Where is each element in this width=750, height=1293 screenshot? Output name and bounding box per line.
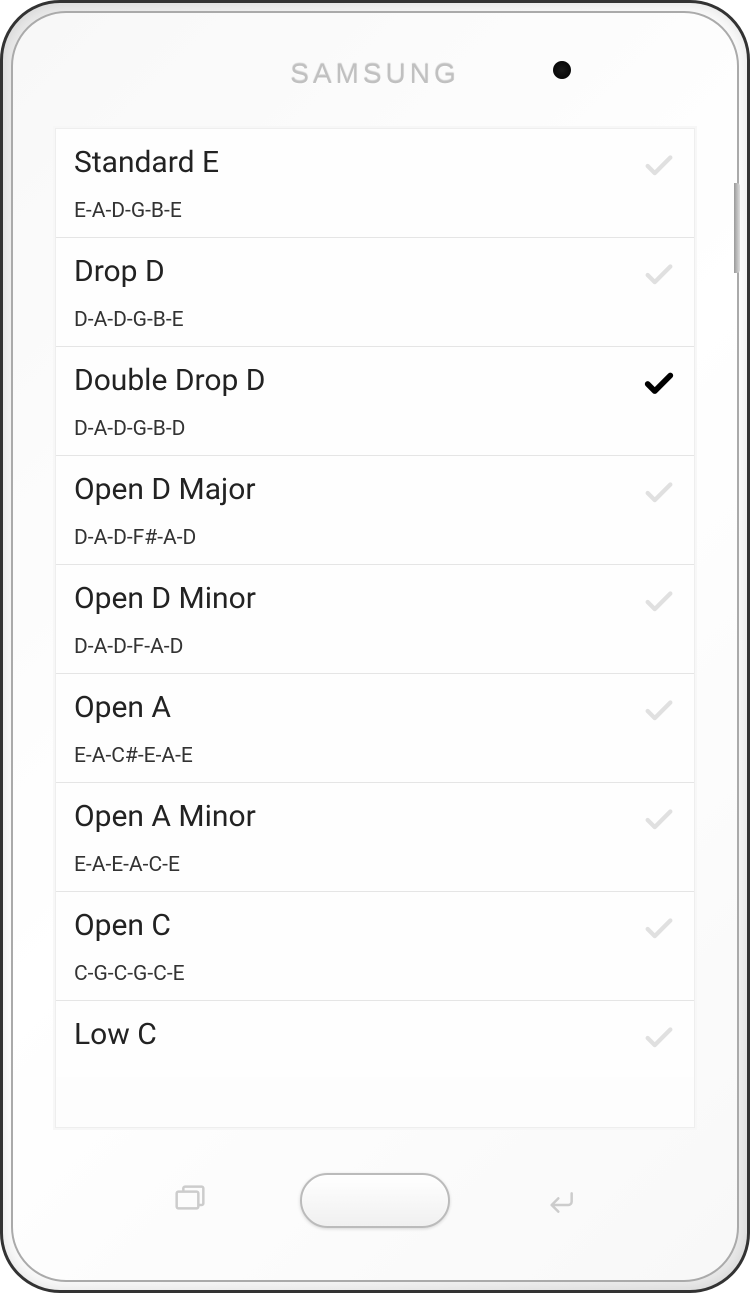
tuning-name: Open A xyxy=(74,690,642,726)
check-icon xyxy=(642,258,676,292)
check-icon-selected xyxy=(642,367,676,401)
check-icon xyxy=(642,912,676,946)
tuning-name: Open D Major xyxy=(74,472,642,508)
tuning-item-open-c[interactable]: Open C C-G-C-G-C-E xyxy=(56,892,694,1001)
item-text: Standard E E-A-D-G-B-E xyxy=(74,145,642,223)
check-icon xyxy=(642,1021,676,1055)
tuning-notes: D-A-D-F#-A-D xyxy=(74,526,642,550)
recent-apps-icon[interactable] xyxy=(170,1180,210,1220)
back-icon[interactable] xyxy=(540,1180,580,1220)
screen: Standard E E-A-D-G-B-E Drop D D-A-D-G-B-… xyxy=(53,126,697,1130)
item-text: Drop D D-A-D-G-B-E xyxy=(74,254,642,332)
item-text: Open A Minor E-A-E-A-C-E xyxy=(74,799,642,877)
tuning-list[interactable]: Standard E E-A-D-G-B-E Drop D D-A-D-G-B-… xyxy=(55,128,695,1128)
check-icon xyxy=(642,476,676,510)
tuning-item-open-a-minor[interactable]: Open A Minor E-A-E-A-C-E xyxy=(56,783,694,892)
tuning-name: Open D Minor xyxy=(74,581,642,617)
tuning-item-open-a[interactable]: Open A E-A-C#-E-A-E xyxy=(56,674,694,783)
tuning-name: Double Drop D xyxy=(74,363,642,399)
check-icon xyxy=(642,803,676,837)
device-nav-bar xyxy=(13,1160,737,1240)
tuning-item-low-c[interactable]: Low C xyxy=(56,1001,694,1077)
tuning-notes: C-G-C-G-C-E xyxy=(74,962,642,986)
device-top-bar: SAMSUNG xyxy=(13,58,737,90)
tuning-name: Low C xyxy=(74,1017,642,1053)
tuning-item-open-d-minor[interactable]: Open D Minor D-A-D-F-A-D xyxy=(56,565,694,674)
tuning-item-open-d-major[interactable]: Open D Major D-A-D-F#-A-D xyxy=(56,456,694,565)
check-icon xyxy=(642,149,676,183)
tablet-inner-frame: SAMSUNG Standard E E-A-D-G-B-E Drop D xyxy=(11,11,739,1282)
tuning-item-double-drop-d[interactable]: Double Drop D D-A-D-G-B-D xyxy=(56,347,694,456)
tuning-notes: E-A-C#-E-A-E xyxy=(74,744,642,768)
tuning-notes: E-A-D-G-B-E xyxy=(74,199,642,223)
item-text: Open D Major D-A-D-F#-A-D xyxy=(74,472,642,550)
tuning-name: Open A Minor xyxy=(74,799,642,835)
tuning-notes: D-A-D-F-A-D xyxy=(74,635,642,659)
tuning-name: Open C xyxy=(74,908,642,944)
tablet-frame: SAMSUNG Standard E E-A-D-G-B-E Drop D xyxy=(0,0,750,1293)
tuning-item-drop-d[interactable]: Drop D D-A-D-G-B-E xyxy=(56,238,694,347)
item-text: Open A E-A-C#-E-A-E xyxy=(74,690,642,768)
tuning-notes: E-A-E-A-C-E xyxy=(74,853,642,877)
tuning-name: Drop D xyxy=(74,254,642,290)
tuning-item-standard-e[interactable]: Standard E E-A-D-G-B-E xyxy=(56,129,694,238)
home-button[interactable] xyxy=(300,1173,450,1228)
check-icon xyxy=(642,694,676,728)
item-text: Low C xyxy=(74,1017,642,1053)
item-text: Open D Minor D-A-D-F-A-D xyxy=(74,581,642,659)
tuning-notes: D-A-D-G-B-E xyxy=(74,308,642,332)
tuning-notes: D-A-D-G-B-D xyxy=(74,417,642,441)
front-camera xyxy=(553,61,571,79)
item-text: Double Drop D D-A-D-G-B-D xyxy=(74,363,642,441)
power-button[interactable] xyxy=(734,183,740,273)
item-text: Open C C-G-C-G-C-E xyxy=(74,908,642,986)
brand-logo: SAMSUNG xyxy=(290,58,460,89)
tuning-name: Standard E xyxy=(74,145,642,181)
check-icon xyxy=(642,585,676,619)
